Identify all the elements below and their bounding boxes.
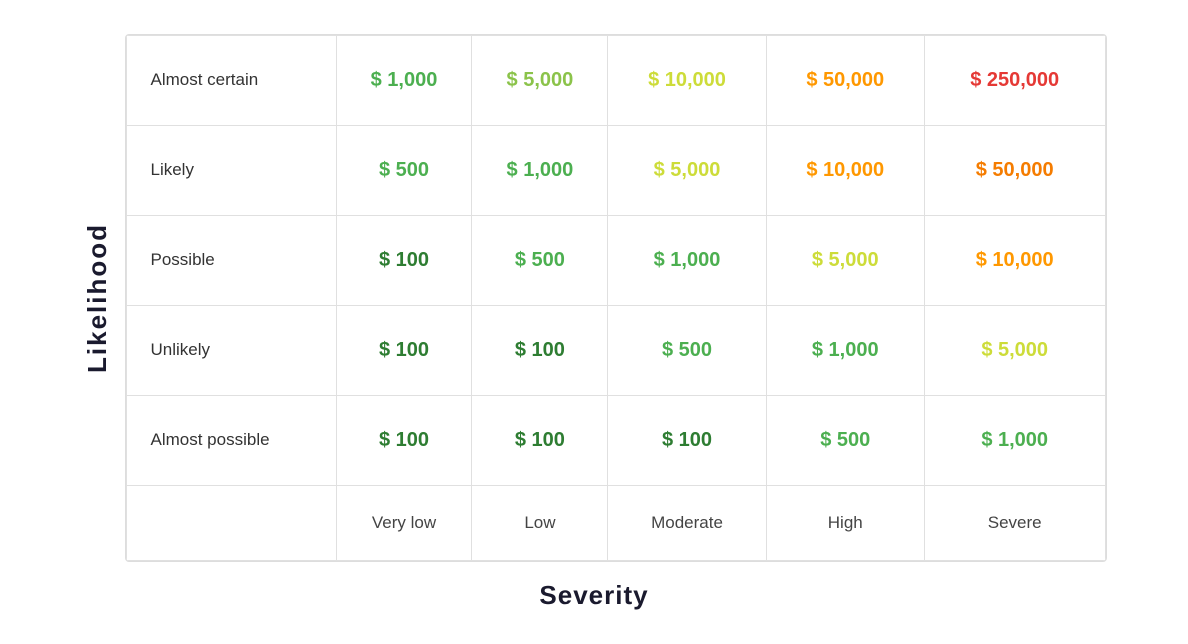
table-row: Possible$ 100$ 500$ 1,000$ 5,000$ 10,000 bbox=[126, 215, 1105, 305]
table-row: Almost possible$ 100$ 100$ 100$ 500$ 1,0… bbox=[126, 395, 1105, 485]
data-cell: $ 100 bbox=[336, 215, 472, 305]
data-cell: $ 5,000 bbox=[608, 125, 766, 215]
table-row: Unlikely$ 100$ 100$ 500$ 1,000$ 5,000 bbox=[126, 305, 1105, 395]
column-label: Low bbox=[472, 485, 608, 560]
data-cell: $ 1,000 bbox=[608, 215, 766, 305]
data-cell: $ 1,000 bbox=[766, 305, 924, 395]
column-label: Very low bbox=[336, 485, 472, 560]
data-cell: $ 500 bbox=[472, 215, 608, 305]
row-label: Possible bbox=[126, 215, 336, 305]
data-cell: $ 1,000 bbox=[472, 125, 608, 215]
column-label-row: Very lowLowModerateHighSevere bbox=[126, 485, 1105, 560]
data-cell: $ 100 bbox=[336, 395, 472, 485]
matrix-container: Likelihood Almost certain$ 1,000$ 5,000$… bbox=[82, 34, 1107, 562]
data-cell: $ 10,000 bbox=[608, 35, 766, 125]
table-wrap: Almost certain$ 1,000$ 5,000$ 10,000$ 50… bbox=[125, 34, 1107, 562]
x-axis-label: Severity bbox=[539, 580, 648, 611]
data-cell: $ 5,000 bbox=[766, 215, 924, 305]
data-cell: $ 5,000 bbox=[924, 305, 1105, 395]
row-label: Unlikely bbox=[126, 305, 336, 395]
chart-wrapper: Likelihood Almost certain$ 1,000$ 5,000$… bbox=[62, 14, 1127, 631]
empty-corner bbox=[126, 485, 336, 560]
data-cell: $ 500 bbox=[608, 305, 766, 395]
data-cell: $ 250,000 bbox=[924, 35, 1105, 125]
table-row: Almost certain$ 1,000$ 5,000$ 10,000$ 50… bbox=[126, 35, 1105, 125]
data-cell: $ 50,000 bbox=[766, 35, 924, 125]
data-cell: $ 50,000 bbox=[924, 125, 1105, 215]
data-cell: $ 100 bbox=[608, 395, 766, 485]
data-cell: $ 1,000 bbox=[924, 395, 1105, 485]
y-axis-label: Likelihood bbox=[82, 223, 113, 373]
row-label: Likely bbox=[126, 125, 336, 215]
row-label: Almost possible bbox=[126, 395, 336, 485]
data-cell: $ 10,000 bbox=[924, 215, 1105, 305]
data-cell: $ 5,000 bbox=[472, 35, 608, 125]
data-cell: $ 100 bbox=[336, 305, 472, 395]
data-cell: $ 100 bbox=[472, 395, 608, 485]
data-cell: $ 1,000 bbox=[336, 35, 472, 125]
column-label: Moderate bbox=[608, 485, 766, 560]
column-label: High bbox=[766, 485, 924, 560]
data-cell: $ 10,000 bbox=[766, 125, 924, 215]
data-cell: $ 500 bbox=[336, 125, 472, 215]
row-label: Almost certain bbox=[126, 35, 336, 125]
risk-matrix-table: Almost certain$ 1,000$ 5,000$ 10,000$ 50… bbox=[126, 35, 1106, 561]
column-label: Severe bbox=[924, 485, 1105, 560]
table-row: Likely$ 500$ 1,000$ 5,000$ 10,000$ 50,00… bbox=[126, 125, 1105, 215]
data-cell: $ 100 bbox=[472, 305, 608, 395]
data-cell: $ 500 bbox=[766, 395, 924, 485]
